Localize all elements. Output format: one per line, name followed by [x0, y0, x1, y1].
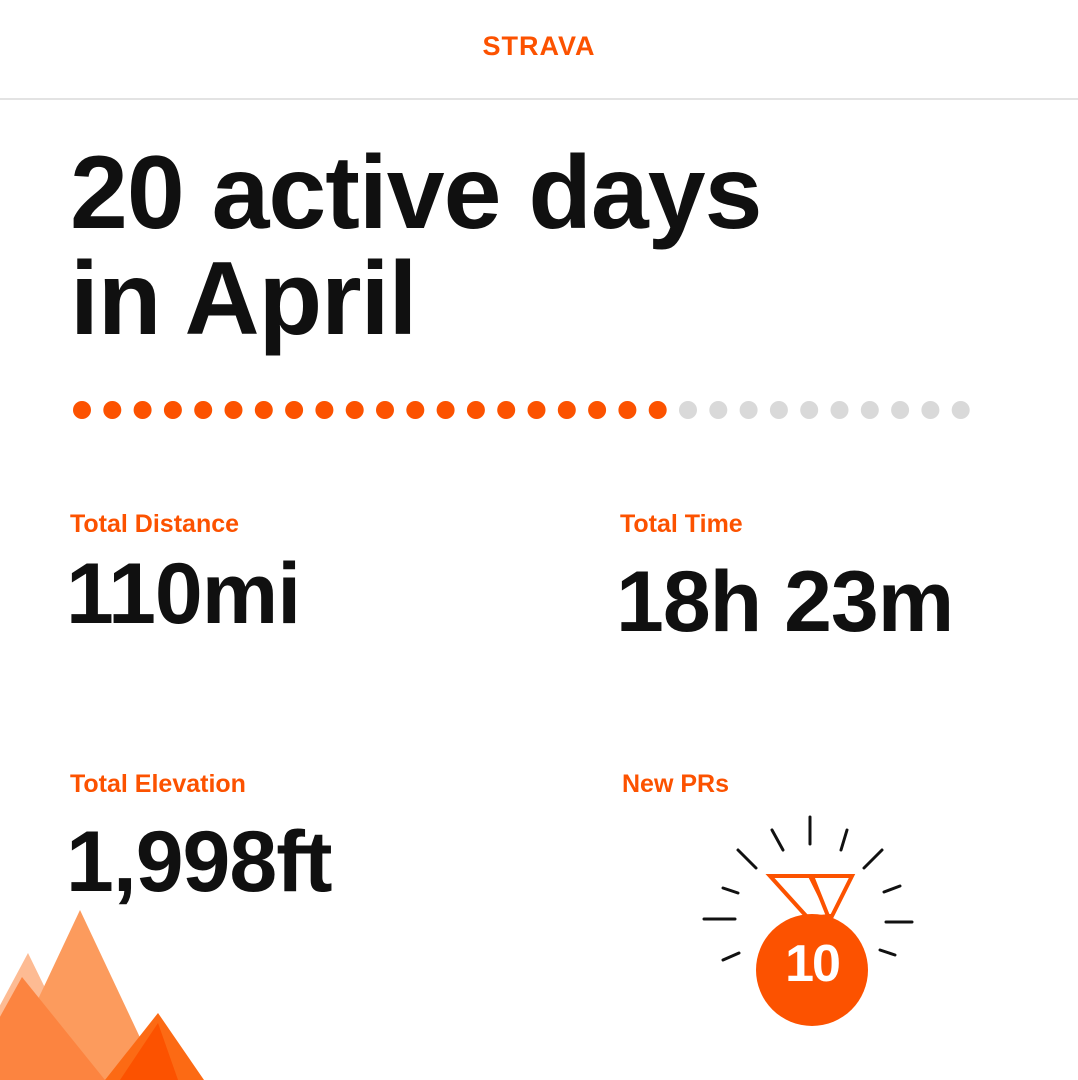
inactive-day-dot: [679, 401, 697, 419]
strava-logo: STRAVA: [482, 31, 596, 61]
inactive-day-dot: [709, 401, 728, 419]
monthly-summary-headline: 20 active days in April: [70, 140, 1000, 352]
inactive-day-dot: [951, 401, 970, 419]
inactive-day-dot: [739, 401, 758, 419]
inactive-day-dot: [860, 401, 879, 419]
inactive-day-dot: [830, 401, 849, 419]
active-day-dot: [406, 401, 425, 419]
headline-line-1: 20 active days: [70, 135, 762, 251]
active-day-dot: [254, 401, 273, 419]
active-day-dot: [497, 401, 516, 419]
active-day-dot: [648, 401, 667, 419]
total-time-label: Total Time: [620, 510, 743, 538]
new-prs-count: 10: [785, 935, 841, 993]
active-day-dot: [194, 401, 213, 419]
inactive-day-dot: [891, 401, 910, 419]
inactive-day-dot: [921, 401, 940, 419]
total-elevation-label: Total Elevation: [70, 770, 246, 798]
active-day-dot: [133, 401, 152, 419]
medal-icon: [702, 815, 914, 1026]
active-day-dot: [224, 401, 243, 419]
active-day-dot: [527, 401, 546, 419]
active-day-dot: [618, 401, 637, 419]
active-day-dot: [376, 401, 394, 419]
inactive-day-dot: [769, 401, 788, 419]
total-distance-value: 110mi: [66, 546, 301, 642]
headline-line-2: in April: [70, 241, 417, 357]
total-elevation-value: 1,998ft: [66, 814, 332, 910]
active-day-dot: [557, 401, 576, 419]
active-day-dot: [315, 401, 334, 419]
medal-ribbon: [765, 874, 856, 921]
active-day-dot: [73, 401, 91, 419]
active-day-dot: [345, 401, 364, 419]
active-day-dot: [163, 401, 182, 419]
active-day-dot: [436, 401, 455, 419]
mountain-icon: [0, 910, 204, 1080]
active-day-dot: [103, 401, 122, 419]
new-prs-label: New PRs: [622, 770, 729, 798]
total-distance-label: Total Distance: [70, 510, 240, 538]
active-day-dot: [588, 401, 607, 419]
app-header: STRAVA: [0, 0, 1078, 100]
total-time-value: 18h 23m: [616, 554, 954, 650]
active-day-dot: [466, 401, 485, 419]
active-day-dot: [285, 401, 304, 419]
inactive-day-dot: [800, 401, 819, 419]
activity-day-dots: [73, 401, 970, 419]
